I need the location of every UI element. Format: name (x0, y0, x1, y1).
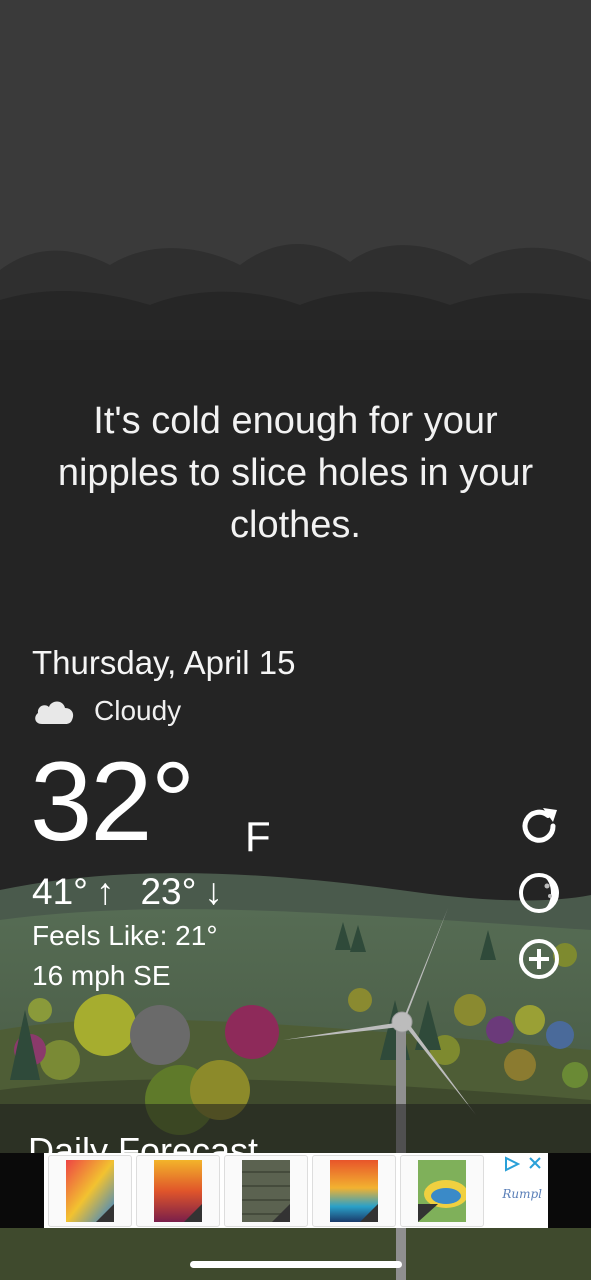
ad-product-thumb[interactable] (400, 1154, 484, 1227)
low-temperature: 23° (140, 871, 197, 912)
ad-product-thumb[interactable] (48, 1154, 132, 1227)
cloud-icon (35, 701, 74, 724)
moon-phase-icon (519, 873, 559, 913)
ad-product-thumb[interactable] (312, 1154, 396, 1227)
date-label: Thursday, April 15 (32, 644, 296, 681)
add-location-icon (519, 939, 559, 979)
weather-quote: It's cold enough for your nipples to sli… (57, 400, 534, 546)
down-arrow-icon: ↓ (204, 871, 223, 912)
wind-info: 16 mph SE (32, 960, 171, 991)
high-low-row: 41° ↑ 23° ↓ (32, 871, 231, 913)
ad-brand-label[interactable]: Rumpl (502, 1187, 542, 1201)
feels-like: Feels Like: 21° (32, 920, 218, 951)
daily-forecast-header[interactable]: Daily Forecast (0, 1104, 591, 1154)
close-icon[interactable] (528, 1156, 542, 1170)
add-location-button[interactable] (516, 936, 562, 982)
ad-choices[interactable] (504, 1156, 542, 1172)
condition-row: Cloudy (32, 693, 181, 729)
ad-product-thumb[interactable] (136, 1154, 220, 1227)
ad-product-thumb[interactable] (224, 1154, 308, 1227)
up-arrow-icon: ↑ (95, 871, 115, 912)
home-indicator[interactable] (190, 1261, 402, 1268)
ad-play-icon[interactable] (504, 1156, 520, 1172)
current-temperature: 32° (30, 739, 195, 864)
temperature-unit: F (245, 813, 271, 860)
condition-text: Cloudy (94, 695, 182, 726)
ad-banner[interactable]: Rumpl (44, 1153, 548, 1228)
cloud-sky-background (0, 0, 591, 340)
moon-phase-button[interactable] (516, 870, 562, 916)
daily-forecast-label: Daily Forecast (28, 1130, 259, 1154)
refresh-button[interactable] (516, 803, 562, 849)
refresh-icon (522, 808, 557, 843)
high-temperature: 41° (32, 871, 88, 912)
